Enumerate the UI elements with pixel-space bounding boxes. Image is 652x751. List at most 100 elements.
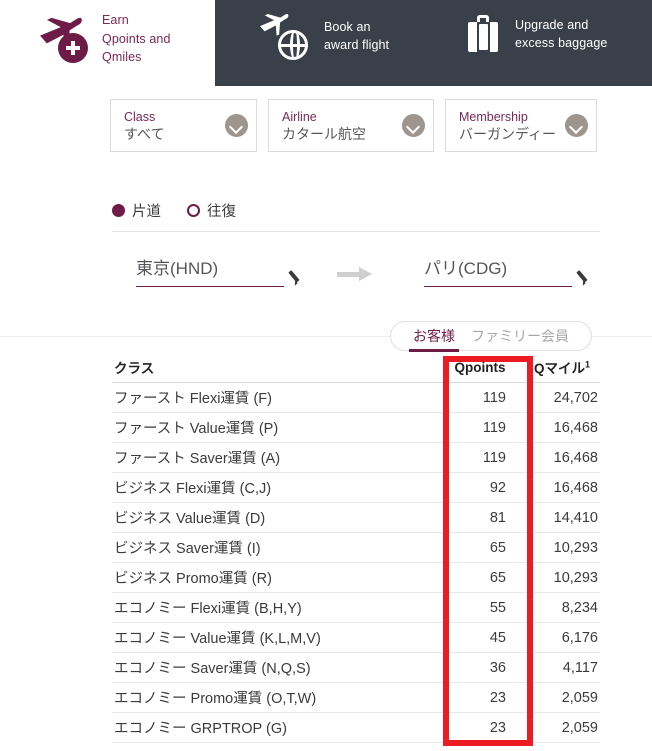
cell-qpoints: 65 <box>489 539 506 556</box>
table-row: ビジネス Value運賃 (D) 81 14,410 <box>112 503 600 533</box>
nav-item-book-label: Book an award flight <box>324 19 390 53</box>
origin-field[interactable]: 東京(HND) <box>136 258 308 287</box>
cell-class: ファースト Value運賃 (P) <box>114 421 279 437</box>
cell-qpoints: 36 <box>489 659 506 676</box>
pencil-icon[interactable] <box>578 267 596 285</box>
airline-dropdown-value: カタール航空 <box>282 126 366 142</box>
route-selector: 東京(HND) パリ(CDG) <box>0 258 652 303</box>
chevron-down-icon[interactable] <box>565 114 588 137</box>
nav-item-upgrade-baggage[interactable]: Upgrade and excess baggage <box>465 12 607 56</box>
nav-item-book-award-flight[interactable]: Book an award flight <box>256 11 389 61</box>
column-header-qpoints: Qpoints <box>454 359 506 375</box>
divider-under-radios <box>112 231 600 232</box>
table-row: ファースト Value運賃 (P) 119 16,468 <box>112 413 600 443</box>
radio-round-trip[interactable]: 往復 <box>187 200 236 221</box>
column-header-qmiles: Qマイル1 <box>534 359 591 377</box>
origin-input[interactable]: 東京(HND) <box>136 258 284 287</box>
fare-earning-table: クラス Qpoints Qマイル1 ファースト Flexi運賃 (F) 119 24… <box>112 352 600 743</box>
suitcase-icon <box>465 12 501 56</box>
cell-qmiles: 16,468 <box>553 419 598 436</box>
cell-qmiles: 2,059 <box>561 719 598 736</box>
chevron-down-icon[interactable] <box>225 114 248 137</box>
table-row: ビジネス Saver運賃 (I) 65 10,293 <box>112 533 600 563</box>
cell-class: エコノミー Saver運賃 (N,Q,S) <box>114 661 311 677</box>
tab-active-underline <box>409 349 459 352</box>
trip-type-radio-group: 片道 往復 <box>112 200 262 221</box>
table-row: ファースト Saver運賃 (A) 119 16,468 <box>112 443 600 473</box>
table-row: エコノミー Value運賃 (K,L,M,V) 45 6,176 <box>112 623 600 653</box>
tab-family-member[interactable]: ファミリー会員 <box>463 322 577 350</box>
nav-item-upgrade-label: Upgrade and excess baggage <box>515 17 608 51</box>
membership-dropdown-text: Membership バーガンディー <box>459 108 571 143</box>
table-body: ファースト Flexi運賃 (F) 119 24,702 ファースト Value運賃 … <box>112 383 600 743</box>
cell-class: エコノミー Flexi運賃 (B,H,Y) <box>114 601 302 617</box>
class-dropdown-label: Class <box>124 110 156 124</box>
qmiles-footnote-marker: 1 <box>585 359 591 370</box>
cell-qpoints: 81 <box>489 509 506 526</box>
cell-class: エコノミー Promo運賃 (O,T,W) <box>114 691 317 707</box>
table-row: エコノミー Flexi運賃 (B,H,Y) 55 8,234 <box>112 593 600 623</box>
table-row: エコノミー Promo運賃 (O,T,W) 23 2,059 <box>112 683 600 713</box>
globe-icon <box>278 30 308 60</box>
destination-input[interactable]: パリ(CDG) <box>424 258 572 287</box>
cell-qmiles: 14,410 <box>553 509 598 526</box>
cell-qpoints: 65 <box>489 569 506 586</box>
radio-one-way-label: 片道 <box>132 204 161 220</box>
table-row: ファースト Flexi運賃 (F) 119 24,702 <box>112 383 600 413</box>
table-row: ビジネス Promo運賃 (R) 65 10,293 <box>112 563 600 593</box>
cell-qmiles: 4,117 <box>562 659 598 676</box>
cell-qpoints: 119 <box>482 419 506 436</box>
cell-qpoints: 45 <box>489 629 506 646</box>
cell-class: ファースト Flexi運賃 (F) <box>114 391 272 407</box>
cell-qpoints: 23 <box>489 689 506 706</box>
cell-qpoints: 92 <box>489 479 506 496</box>
cell-class: ビジネス Value運賃 (D) <box>114 511 266 527</box>
cell-qpoints: 55 <box>489 599 506 616</box>
table-row: エコノミー GRPTROP (G) 23 2,059 <box>112 713 600 743</box>
membership-dropdown-label: Membership <box>459 110 528 124</box>
cell-qmiles: 24,702 <box>553 389 598 406</box>
cell-qpoints: 119 <box>482 389 506 406</box>
class-dropdown[interactable]: Class すべて <box>110 99 257 152</box>
radio-one-way[interactable]: 片道 <box>112 200 161 221</box>
audience-tabs-pill: お客様 ファミリー会員 <box>390 321 592 352</box>
class-dropdown-value: すべて <box>124 126 165 142</box>
plus-badge-icon <box>58 32 88 63</box>
nav-item-earn[interactable]: Earn Qpoints and Qmiles <box>34 11 171 67</box>
chevron-down-icon[interactable] <box>402 114 425 137</box>
airline-dropdown[interactable]: Airline カタール航空 <box>268 99 434 152</box>
audience-tabs: お客様 ファミリー会員 <box>390 321 592 352</box>
cell-qpoints: 119 <box>482 449 506 466</box>
table-row: ビジネス Flexi運賃 (C,J) 92 16,468 <box>112 473 600 503</box>
cell-class: エコノミー GRPTROP (G) <box>114 721 287 737</box>
airline-dropdown-text: Airline カタール航空 <box>282 108 400 143</box>
table-row: エコノミー Saver運賃 (N,Q,S) 36 4,117 <box>112 653 600 683</box>
class-dropdown-text: Class すべて <box>124 108 223 143</box>
cell-qmiles: 10,293 <box>553 569 598 586</box>
tab-family-member-label: ファミリー会員 <box>471 328 569 344</box>
nav-item-earn-label: Earn Qpoints and Qmiles <box>102 13 171 64</box>
destination-field[interactable]: パリ(CDG) <box>424 258 596 287</box>
cell-qmiles: 8,234 <box>561 599 598 616</box>
airline-dropdown-label: Airline <box>282 110 317 124</box>
cell-qmiles: 2,059 <box>561 689 598 706</box>
table-header-row: クラス Qpoints Qマイル1 <box>112 352 600 383</box>
tab-customer-label: お客様 <box>413 328 455 344</box>
plane-plus-icon <box>34 15 90 63</box>
filter-dropdown-row: Class すべて Airline カタール航空 Membership バーガン… <box>0 99 652 157</box>
membership-dropdown-value: バーガンディー <box>459 126 557 142</box>
cell-qmiles: 10,293 <box>553 539 598 556</box>
qpoints-column-highlight-annotation-bottom <box>443 740 533 746</box>
radio-round-trip-label: 往復 <box>207 204 236 220</box>
membership-dropdown[interactable]: Membership バーガンディー <box>445 99 597 152</box>
arrow-right-icon <box>337 267 375 281</box>
pencil-icon[interactable] <box>290 267 308 285</box>
radio-one-way-dot[interactable] <box>112 204 125 217</box>
cell-class: ビジネス Flexi運賃 (C,J) <box>114 481 272 497</box>
tab-customer[interactable]: お客様 <box>405 322 463 352</box>
cell-qmiles: 16,468 <box>553 479 598 496</box>
cell-qpoints: 23 <box>489 719 506 736</box>
radio-round-trip-dot[interactable] <box>187 204 200 217</box>
cell-class: ビジネス Saver運賃 (I) <box>114 541 261 557</box>
cell-class: ファースト Saver運賃 (A) <box>114 451 281 467</box>
